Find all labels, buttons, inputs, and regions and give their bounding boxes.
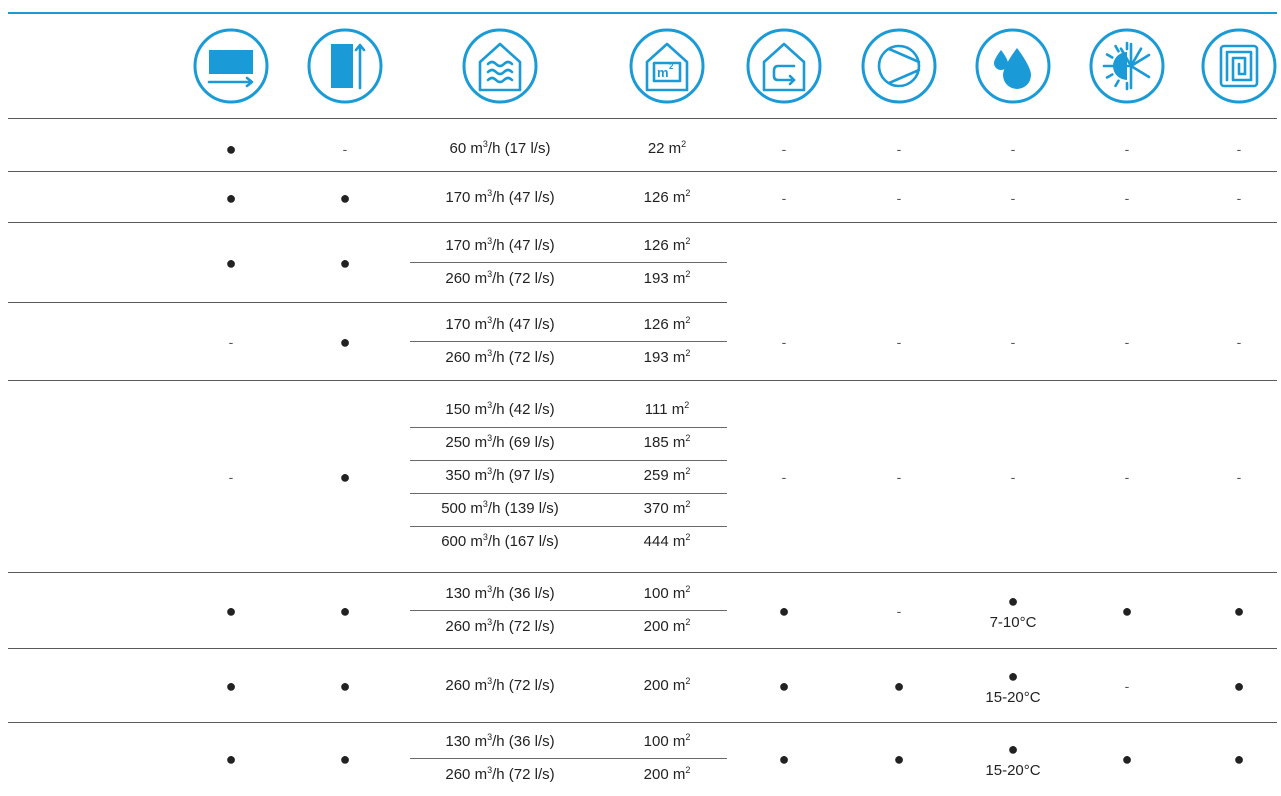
surface-area-cell: 185 m2 [643, 433, 691, 452]
row-divider [8, 302, 727, 303]
radiant-panel-icon [1201, 28, 1277, 104]
sub-row-divider [410, 493, 727, 494]
compressor-icon [861, 28, 937, 104]
spec-table: m 2 ● -60 m3/h (17 l/s) 22 m2- - - - - ● ● 170 m3/h… [0, 0, 1281, 796]
row-divider [8, 380, 1277, 381]
surface-area-cell: 126 m2 [643, 235, 691, 254]
surface-area-cell: 100 m2 [643, 731, 691, 750]
row-divider [8, 572, 1277, 573]
radiant-panel-mark: - [1236, 141, 1242, 157]
airflow-icon [462, 28, 538, 104]
surface-area-cell: 200 m2 [643, 616, 691, 635]
radiant-panel-mark: - [1236, 334, 1242, 350]
header-divider [8, 118, 1277, 119]
heating-cooling-icon [1089, 28, 1165, 104]
surface-area-cell: 193 m2 [643, 347, 691, 366]
top-accent-rule [8, 12, 1277, 14]
radiant-panel-mark: - [1236, 469, 1242, 485]
row-divider [8, 222, 1277, 223]
row-divider [8, 171, 1277, 172]
svg-text:2: 2 [669, 62, 674, 71]
surface-area-cell: 193 m2 [643, 268, 691, 287]
sub-row-divider [410, 262, 727, 263]
surface-area-cell: 100 m2 [643, 583, 691, 602]
surface-area-cell: 111 m2 [644, 400, 690, 419]
row-divider [8, 722, 1277, 723]
surface-area-cell: 444 m2 [643, 532, 691, 551]
surface-area-cell: 200 m2 [643, 764, 691, 783]
row-divider [8, 648, 1277, 649]
surface-area-icon: m2 [629, 28, 705, 104]
sub-row-divider [410, 427, 727, 428]
sub-row-divider [410, 526, 727, 527]
radiant-panel-mark: ● [1233, 601, 1245, 621]
svg-text:m: m [657, 65, 669, 80]
radiant-panel-mark: ● [1233, 676, 1245, 696]
surface-area-cell: 126 m2 [643, 314, 691, 333]
radiant-panel-mark: - [1236, 189, 1242, 206]
surface-area-cell: 370 m2 [643, 499, 691, 518]
horizontal-install-icon [193, 28, 269, 104]
vertical-install-icon [307, 28, 383, 104]
recirculation-icon [746, 28, 822, 104]
dehumidification-icon [975, 28, 1051, 104]
sub-row-divider [410, 460, 727, 461]
radiant-panel-mark: ● [1233, 749, 1245, 769]
